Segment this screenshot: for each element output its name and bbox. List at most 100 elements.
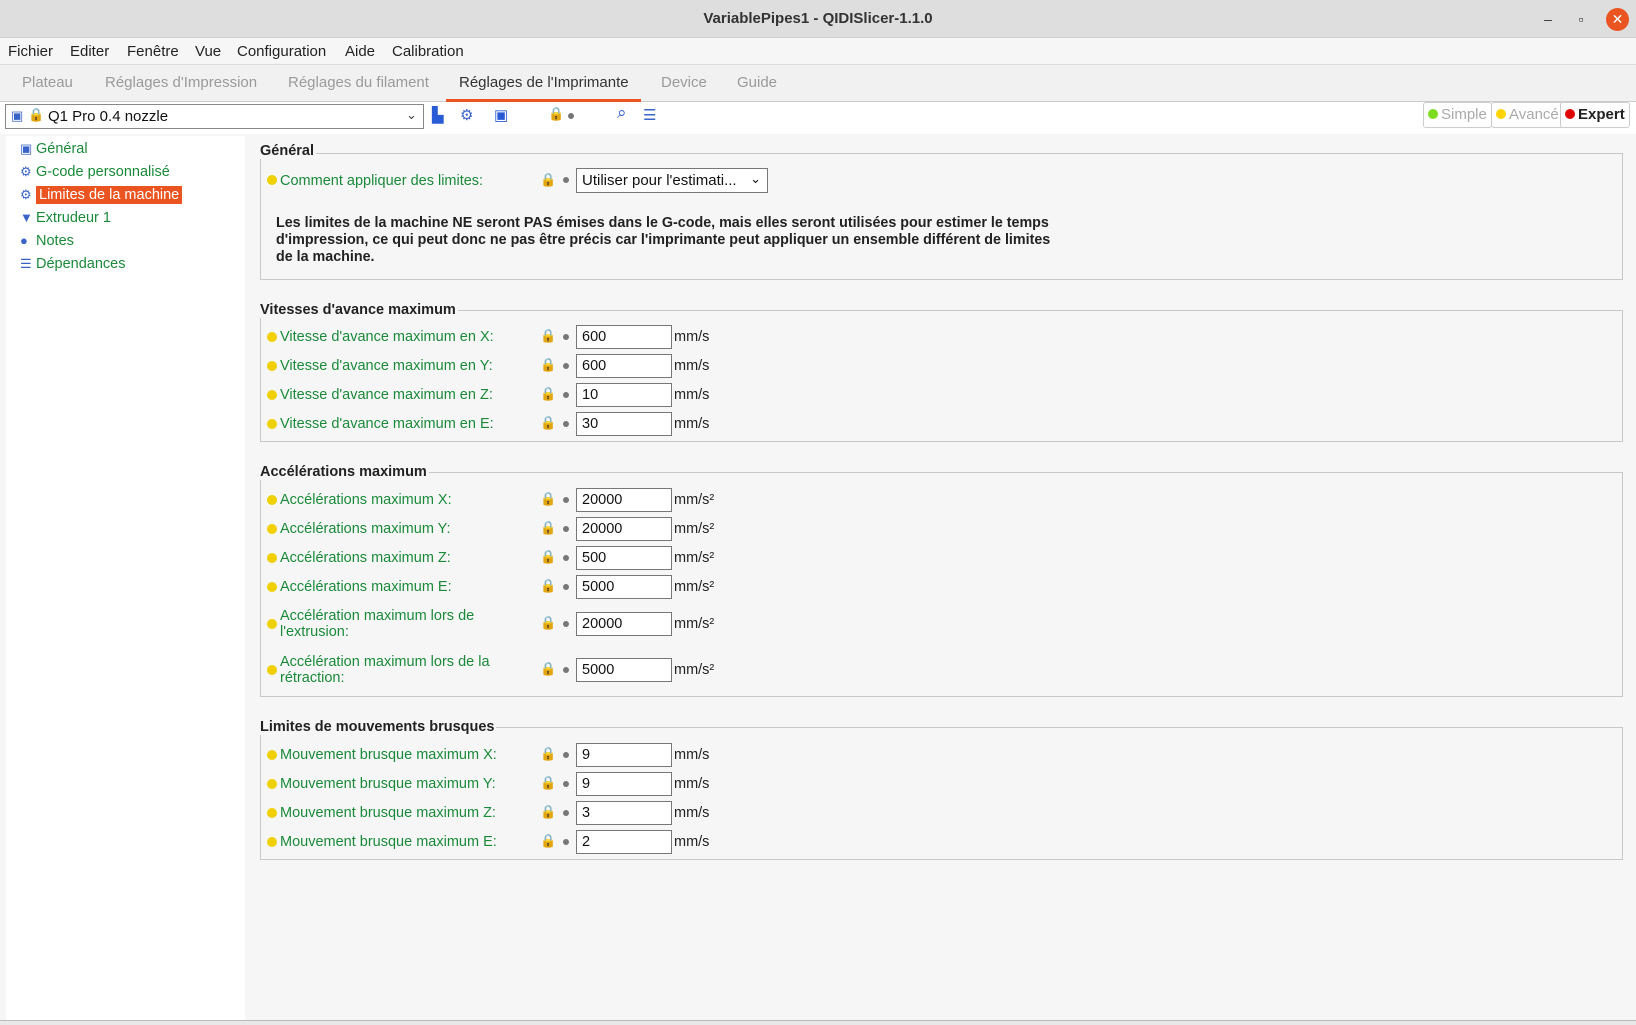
field-label: Accélération maximum lors de la rétracti… xyxy=(280,654,490,686)
mode-simple-button[interactable]: Simple xyxy=(1423,102,1492,128)
menu-configuration[interactable]: Configuration xyxy=(237,43,326,60)
sidebar-item-label: G-code personnalisé xyxy=(36,164,170,180)
sidebar-item-notes[interactable]: ● Notes xyxy=(18,232,76,253)
lock-icon[interactable]: 🔒 xyxy=(540,775,556,791)
help-icon[interactable]: ▣ xyxy=(494,106,508,124)
lock-icon[interactable]: 🔒 xyxy=(540,491,556,507)
value-input[interactable]: 20000 xyxy=(576,517,672,541)
value-input[interactable]: 600 xyxy=(576,354,672,378)
sidebar-item-general[interactable]: ▣ Général xyxy=(18,140,90,161)
system-value-dot-icon[interactable] xyxy=(563,584,569,590)
lock-icon[interactable]: 🔒 xyxy=(540,415,556,431)
value-input[interactable]: 600 xyxy=(576,325,672,349)
value-input[interactable]: 20000 xyxy=(576,488,672,512)
lock-icon[interactable]: 🔒 xyxy=(540,357,556,373)
value-input[interactable]: 10 xyxy=(576,383,672,407)
value-input[interactable]: 500 xyxy=(576,546,672,570)
sidebar-item-machine-limits[interactable]: ⚙ Limites de la machine xyxy=(18,186,184,207)
lock-icon[interactable]: 🔒 xyxy=(540,520,556,536)
value-input[interactable]: 5000 xyxy=(576,658,672,682)
system-value-dot-icon[interactable] xyxy=(568,113,574,119)
mode-bullet-icon xyxy=(267,419,277,429)
system-value-dot-icon[interactable] xyxy=(563,810,569,816)
value-input[interactable]: 20000 xyxy=(576,612,672,636)
menu-fichier[interactable]: Fichier xyxy=(8,43,53,60)
value-input[interactable]: 30 xyxy=(576,412,672,436)
tab-print-settings[interactable]: Réglages d'Impression xyxy=(105,74,257,91)
mode-bullet-icon xyxy=(267,390,277,400)
printer-icon: ▣ xyxy=(20,141,33,156)
menu-calibration[interactable]: Calibration xyxy=(392,43,464,60)
minimize-button[interactable]: – xyxy=(1537,8,1559,30)
system-value-dot-icon[interactable] xyxy=(563,621,569,627)
lock-icon[interactable]: 🔒 xyxy=(540,804,556,820)
lock-icon[interactable]: 🔒 xyxy=(548,106,564,122)
tab-filament-settings[interactable]: Réglages du filament xyxy=(288,74,429,91)
system-value-dot-icon[interactable] xyxy=(563,752,569,758)
value-input[interactable]: 2 xyxy=(576,830,672,854)
tab-device[interactable]: Device xyxy=(661,74,707,91)
field-label: Comment appliquer des limites: xyxy=(280,173,484,189)
system-value-dot-icon[interactable] xyxy=(563,421,569,427)
field-label: Vitesse d'avance maximum en E: xyxy=(280,416,494,432)
tab-bar: Plateau Réglages d'Impression Réglages d… xyxy=(0,65,1636,102)
system-value-dot-icon[interactable] xyxy=(563,177,569,183)
value-input[interactable]: 5000 xyxy=(576,575,672,599)
lock-icon[interactable]: 🔒 xyxy=(540,549,556,565)
mode-advanced-button[interactable]: Avancé xyxy=(1491,102,1564,128)
tab-plateau[interactable]: Plateau xyxy=(22,74,73,91)
unit-label: mm/s² xyxy=(674,550,715,566)
menu-bar: Fichier Editer Fenêtre Vue Configuration… xyxy=(0,38,1636,65)
lock-icon[interactable]: 🔒 xyxy=(540,615,556,631)
maximize-button[interactable]: ▫ xyxy=(1570,8,1592,30)
system-value-dot-icon[interactable] xyxy=(563,392,569,398)
group-title: Vitesses d'avance maximum xyxy=(260,302,458,318)
sidebar-item-custom-gcode[interactable]: ⚙ G-code personnalisé xyxy=(18,163,172,184)
lock-icon[interactable]: 🔒 xyxy=(540,328,556,344)
system-value-dot-icon[interactable] xyxy=(563,555,569,561)
system-value-dot-icon[interactable] xyxy=(563,363,569,369)
gear-icon[interactable]: ⚙ xyxy=(460,106,473,124)
close-button[interactable]: ✕ xyxy=(1606,8,1629,31)
lock-icon[interactable]: 🔒 xyxy=(540,386,556,402)
menu-vue[interactable]: Vue xyxy=(195,43,221,60)
lock-icon[interactable]: 🔒 xyxy=(540,578,556,594)
sidebar-item-dependencies[interactable]: ☰ Dépendances xyxy=(18,255,128,276)
lock-icon[interactable]: 🔒 xyxy=(540,746,556,762)
field-label: Accélérations maximum X: xyxy=(280,492,452,508)
sidebar-item-extruder-1[interactable]: ▼ Extrudeur 1 xyxy=(18,209,113,230)
save-icon[interactable]: ▙ xyxy=(432,106,444,124)
unit-label: mm/s² xyxy=(674,492,715,508)
tab-printer-settings[interactable]: Réglages de l'Imprimante xyxy=(459,74,629,91)
menu-editer[interactable]: Editer xyxy=(70,43,109,60)
mode-bullet-icon xyxy=(267,750,277,760)
system-value-dot-icon[interactable] xyxy=(563,839,569,845)
value-input[interactable]: 3 xyxy=(576,801,672,825)
tab-guide[interactable]: Guide xyxy=(737,74,777,91)
menu-fenetre[interactable]: Fenêtre xyxy=(127,43,179,60)
value-input[interactable]: 9 xyxy=(576,772,672,796)
mode-bullet-icon xyxy=(267,665,277,675)
mode-bullet-icon xyxy=(267,332,277,342)
system-value-dot-icon[interactable] xyxy=(563,781,569,787)
limits-usage-select[interactable]: Utiliser pour l'estimati... ⌄ xyxy=(576,168,768,193)
field-label: Mouvement brusque maximum Y: xyxy=(280,776,496,792)
lock-icon[interactable]: 🔒 xyxy=(540,833,556,849)
menu-aide[interactable]: Aide xyxy=(345,43,375,60)
compare-settings-icon[interactable]: ☰ xyxy=(643,106,656,124)
system-value-dot-icon[interactable] xyxy=(563,334,569,340)
mode-expert-button[interactable]: Expert xyxy=(1560,102,1630,128)
value-input[interactable]: 9 xyxy=(576,743,672,767)
system-value-dot-icon[interactable] xyxy=(563,497,569,503)
red-dot-icon xyxy=(1565,109,1575,119)
lock-icon[interactable]: 🔒 xyxy=(540,172,556,188)
system-value-dot-icon[interactable] xyxy=(563,667,569,673)
system-value-dot-icon[interactable] xyxy=(563,526,569,532)
gear-icon: ⚙ xyxy=(20,187,32,202)
printer-preset-select[interactable]: ▣ 🔒 Q1 Pro 0.4 nozzle ⌄ xyxy=(5,104,424,129)
chevron-down-icon: ⌄ xyxy=(406,107,417,122)
unit-label: mm/s² xyxy=(674,521,715,537)
mode-bullet-icon xyxy=(267,524,277,534)
search-icon[interactable]: ⌕ xyxy=(617,103,627,123)
lock-icon[interactable]: 🔒 xyxy=(540,661,556,677)
